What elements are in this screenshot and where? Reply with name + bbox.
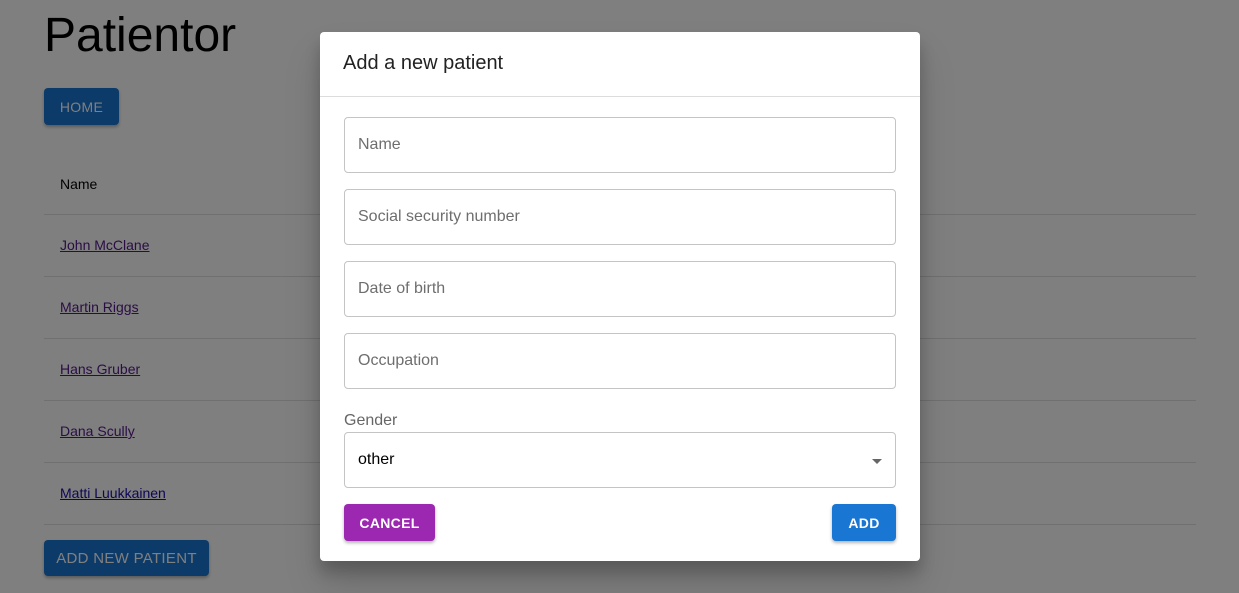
ssn-field[interactable] (344, 189, 896, 245)
cancel-button[interactable]: CANCEL (344, 504, 435, 541)
add-button[interactable]: ADD (832, 504, 896, 541)
dialog-title: Add a new patient (320, 32, 920, 97)
date-of-birth-field[interactable] (344, 261, 896, 317)
add-patient-dialog: Add a new patient Gender other CANCEL AD… (320, 32, 920, 561)
name-field[interactable] (344, 117, 896, 173)
caret-down-icon (872, 459, 882, 464)
gender-label: Gender (344, 412, 398, 429)
gender-selected-value: other (358, 451, 395, 468)
occupation-field[interactable] (344, 333, 896, 389)
gender-select[interactable]: other (344, 432, 896, 488)
